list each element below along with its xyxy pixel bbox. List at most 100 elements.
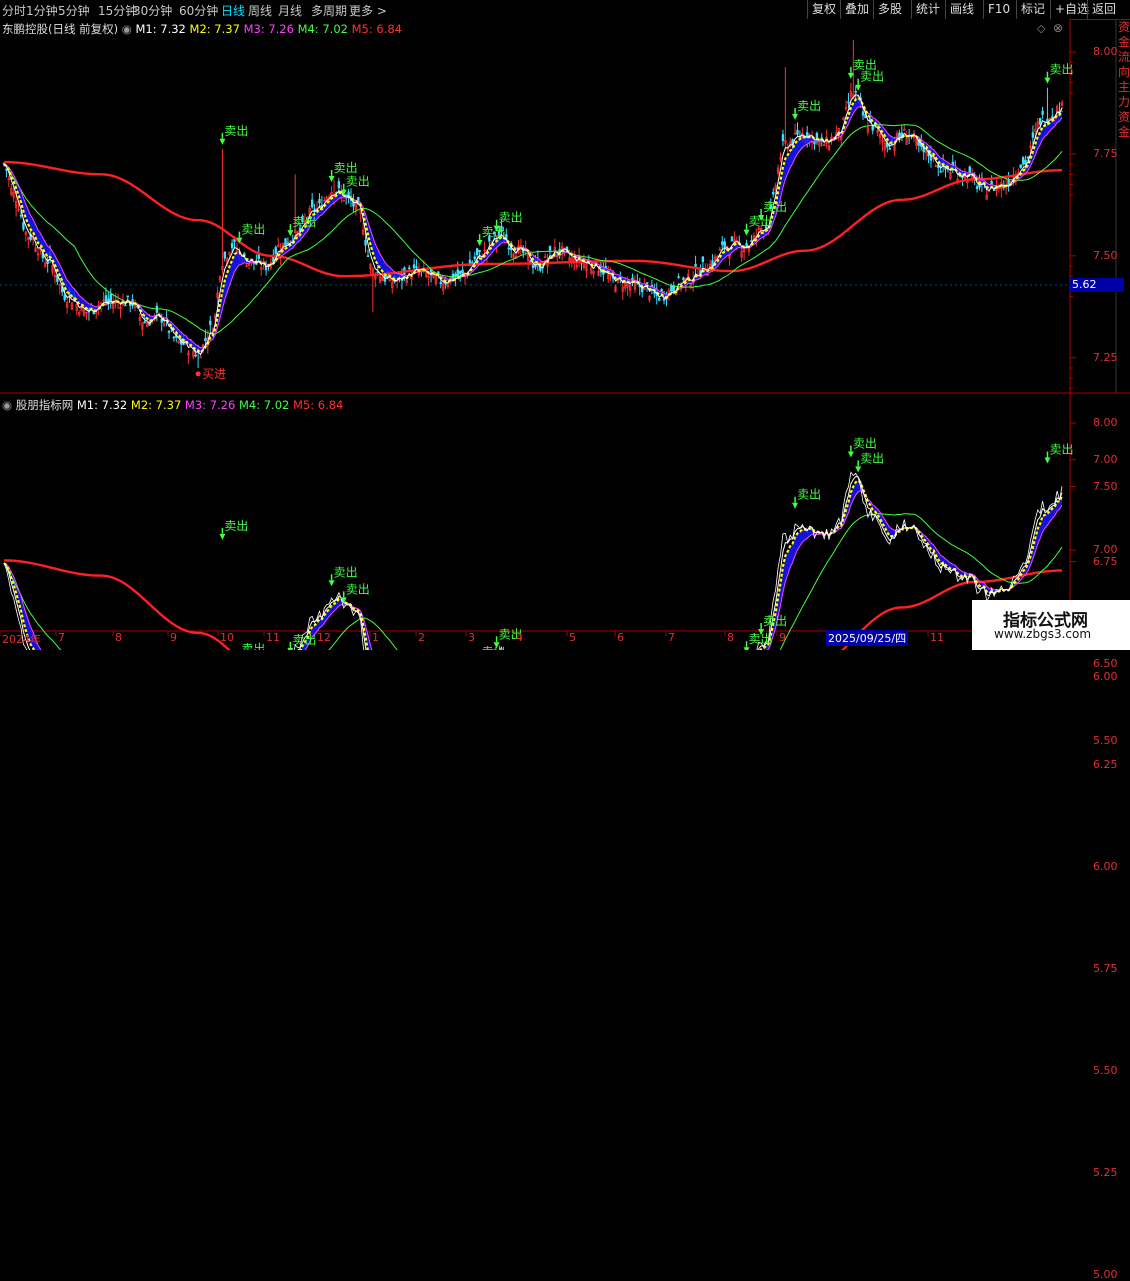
- candle-body: [478, 250, 481, 253]
- main-panel-title: 东鹏控股(日线 前复权) ◉ M1: 7.32 M2: 7.37 M3: 7.2…: [2, 21, 402, 37]
- candle-body: [209, 320, 212, 325]
- candle-body: [284, 238, 287, 246]
- x-axis-label: 10: [220, 631, 234, 644]
- indicator-name[interactable]: 股朋指标网: [16, 398, 74, 412]
- m1-value: M1: 7.32: [76, 398, 128, 412]
- candle-body: [548, 245, 552, 251]
- candle-body: [1026, 156, 1030, 159]
- sell-label: 卖出: [1049, 63, 1073, 77]
- sell-label: 卖出: [1049, 443, 1073, 457]
- y-tick-main: 5.50: [1093, 1064, 1118, 1078]
- sell-label: 卖出: [860, 451, 884, 465]
- candle-body: [194, 354, 197, 357]
- candle-body: [408, 267, 411, 270]
- candle-body: [1041, 110, 1044, 115]
- candle-body: [274, 247, 277, 255]
- candle-body: [1038, 117, 1042, 125]
- candle-body: [473, 256, 476, 260]
- candle-body: [657, 297, 661, 301]
- candle-body: [412, 264, 416, 269]
- x-axis-label: 7: [58, 631, 65, 644]
- x-axis-label: 6: [617, 631, 624, 644]
- y-tick-main: 6.00: [1093, 860, 1118, 874]
- candle-body: [772, 191, 775, 195]
- candle-body: [968, 166, 971, 173]
- candle-body: [796, 129, 799, 135]
- y-tick-main: 8.00: [1093, 45, 1118, 58]
- candle-body: [701, 256, 705, 263]
- candle-body: [721, 241, 724, 245]
- close-icon[interactable]: ⊗: [1053, 21, 1063, 35]
- sell-label: 卖出: [334, 565, 358, 579]
- m5-value: M5: 6.84: [351, 22, 402, 36]
- candle-body: [172, 336, 176, 339]
- sell-label: 卖出: [482, 225, 506, 239]
- y-tick-main: 6.25: [1093, 758, 1118, 772]
- diamond-icon[interactable]: ◇: [1037, 22, 1045, 35]
- candle-body: [670, 284, 673, 292]
- sell-label: 卖出: [482, 645, 506, 650]
- candle-body: [257, 254, 260, 260]
- candle-body: [861, 111, 865, 116]
- y-tick-main: 7.00: [1093, 452, 1118, 466]
- m1-value: M1: 7.32: [135, 22, 186, 36]
- candle-body: [459, 270, 462, 274]
- y-tick-main: 5.25: [1093, 1166, 1118, 1180]
- y-tick-main: 5.75: [1093, 962, 1118, 976]
- x-axis-label: 8: [115, 631, 122, 644]
- sell-label: 卖出: [334, 161, 358, 175]
- x-axis-label: 2024年: [2, 633, 41, 646]
- candle-body: [1051, 116, 1054, 118]
- candle-body: [939, 171, 942, 173]
- candle-body: [975, 186, 979, 189]
- candle-body: [461, 269, 464, 274]
- side-panel-text: 资金流向主力资金: [1118, 20, 1130, 139]
- sell-label: 卖出: [346, 175, 370, 189]
- candle-body: [1019, 164, 1022, 169]
- candle-body: [143, 321, 146, 324]
- candle-body: [364, 239, 367, 246]
- x-axis-label: 2: [418, 631, 425, 644]
- candle-body: [167, 330, 171, 333]
- m3-value: M3: 7.26: [184, 398, 236, 412]
- y-tick-main: 7.75: [1093, 146, 1118, 160]
- candle-body: [750, 240, 753, 242]
- candle-body: [230, 243, 234, 249]
- candle-body: [310, 199, 314, 208]
- candle-body: [662, 298, 666, 301]
- y-tick-main: 7.50: [1093, 248, 1118, 262]
- candle-body: [847, 101, 850, 104]
- buy-label: 买进: [202, 367, 226, 381]
- candle-body: [507, 247, 510, 250]
- x-axis-label: 1: [372, 631, 379, 644]
- y-tick-sub: 6.00: [1093, 670, 1118, 684]
- sell-label: 卖出: [224, 124, 248, 138]
- sell-label: 卖出: [797, 488, 821, 502]
- watermark-url: www.zbgs3.com: [994, 627, 1092, 641]
- settings-circle-icon[interactable]: ◉: [2, 398, 12, 412]
- candle-body: [104, 295, 108, 303]
- candle-body: [19, 215, 23, 217]
- sub-panel-title: ◉ 股朋指标网 M1: 7.32 M2: 7.37 M3: 7.26 M4: 7…: [2, 397, 343, 413]
- sell-label: 卖出: [241, 223, 265, 237]
- sell-label: 卖出: [860, 70, 884, 84]
- y-tick-main: 6.75: [1093, 554, 1118, 568]
- y-tick-sub: 5.50: [1093, 734, 1118, 747]
- kline-chart[interactable]: 卖出卖出卖出卖出卖出卖出卖出 卖出卖出卖出卖出卖出卖出买进卖出卖出卖出卖出卖出卖出…: [0, 0, 1130, 650]
- x-axis-label: 12: [317, 631, 331, 644]
- candle-body: [155, 305, 159, 313]
- candle-body: [337, 181, 341, 189]
- y-tick-sub: 8.00: [1093, 416, 1118, 429]
- y-tick-sub: 7.50: [1093, 479, 1118, 493]
- m4-value: M4: 7.02: [238, 398, 290, 412]
- x-axis-label: 11: [266, 631, 280, 644]
- candle-body: [456, 269, 459, 277]
- m4-value: M4: 7.02: [297, 22, 348, 36]
- m2-value: M2: 7.37: [189, 22, 240, 36]
- sell-label: 卖出: [797, 99, 821, 113]
- candle-body: [286, 242, 290, 245]
- candle-body: [990, 180, 993, 185]
- stock-name[interactable]: 东鹏控股(日线 前复权): [2, 22, 118, 36]
- candle-body: [723, 241, 726, 249]
- settings-circle-icon[interactable]: ◉: [122, 22, 132, 36]
